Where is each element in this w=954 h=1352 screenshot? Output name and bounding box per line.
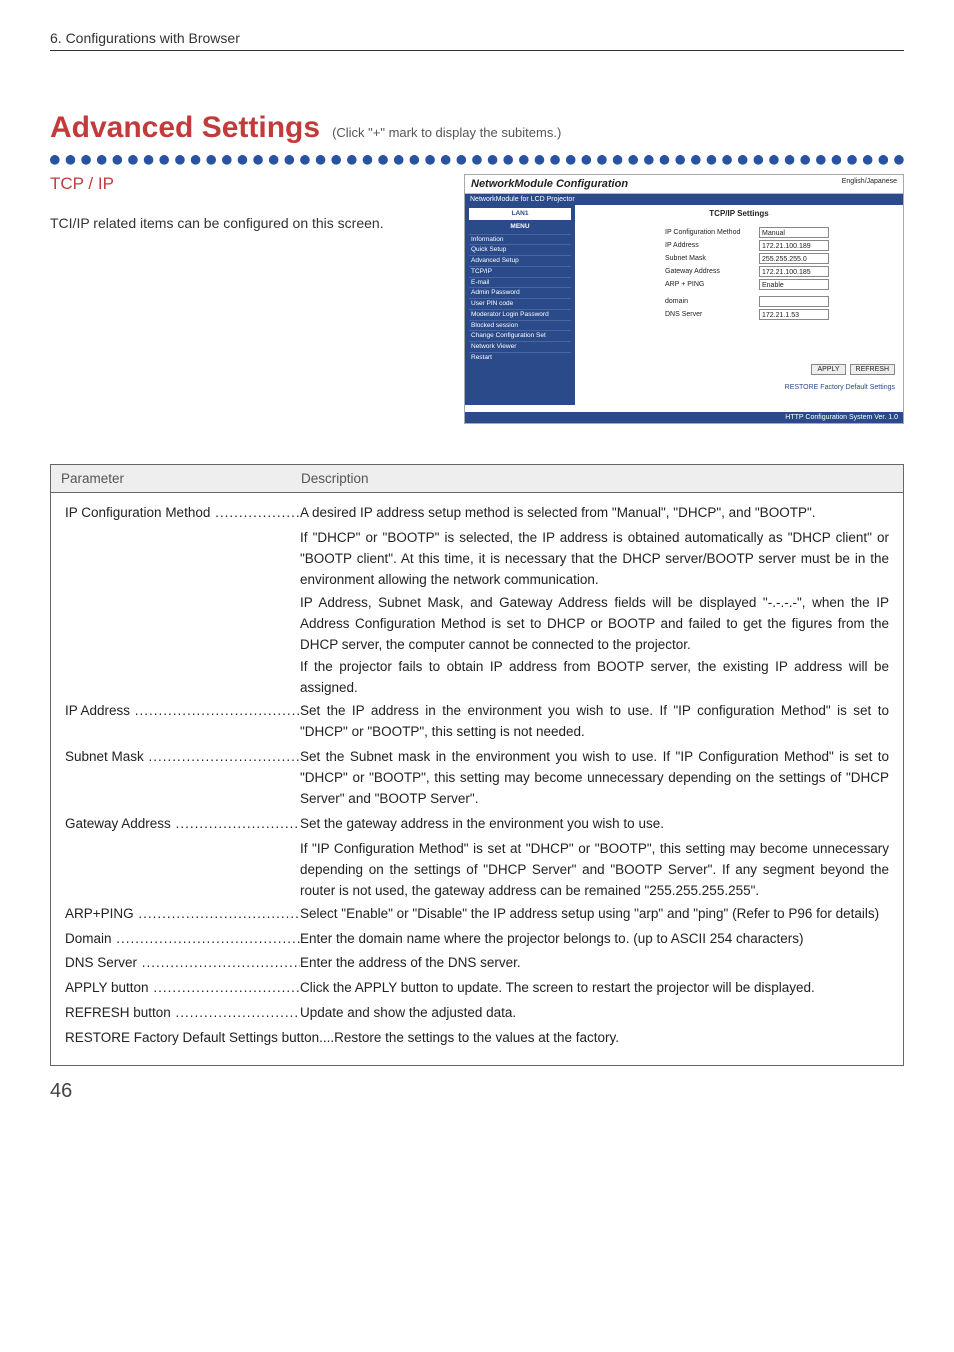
field-ip-config-method[interactable]: Manual	[759, 227, 829, 238]
content-title: TCP/IP Settings	[709, 209, 768, 218]
sidebar: LAN1 MENU Information Quick Setup Advanc…	[465, 205, 575, 405]
sidebar-item-information[interactable]: Information	[469, 234, 571, 245]
param-subnet-mask: Subnet Mask	[65, 747, 300, 810]
label-gateway-address: Gateway Address	[665, 268, 755, 275]
desc-ip-config-method-4: If the projector fails to obtain IP addr…	[300, 657, 889, 699]
table-header-parameter: Parameter	[51, 465, 291, 493]
sidebar-item-admin-password[interactable]: Admin Password	[469, 287, 571, 298]
desc-ip-address: Set the IP address in the environment yo…	[300, 701, 889, 743]
sidebar-header: MENU	[469, 222, 571, 232]
sidebar-item-tcpip[interactable]: TCP/IP	[469, 266, 571, 277]
desc-ip-config-method-1: A desired IP address setup method is sel…	[300, 503, 889, 524]
restore-link[interactable]: RESTORE Factory Default Settings	[785, 384, 895, 391]
sidebar-item-restart[interactable]: Restart	[469, 352, 571, 363]
label-arp-ping: ARP + PING	[665, 281, 755, 288]
label-ip-config-method: IP Configuration Method	[665, 229, 755, 236]
field-dns-server[interactable]: 172.21.1.53	[759, 309, 829, 320]
app-bar: NetworkModule for LCD Projector	[465, 194, 903, 205]
param-restore-button: RESTORE Factory Default Settings button	[65, 1030, 319, 1045]
field-subnet-mask[interactable]: 255.255.255.0	[759, 253, 829, 264]
desc-refresh-button: Update and show the adjusted data.	[300, 1003, 889, 1024]
refresh-button[interactable]: REFRESH	[850, 364, 895, 375]
field-ip-address[interactable]: 172.21.100.189	[759, 240, 829, 251]
desc-subnet-mask: Set the Subnet mask in the environment y…	[300, 747, 889, 810]
label-ip-address: IP Address	[665, 242, 755, 249]
page-subtitle: (Click "+" mark to display the subitems.…	[332, 125, 561, 140]
param-domain: Domain	[65, 929, 300, 950]
param-arp-ping: ARP+PING	[65, 904, 300, 925]
desc-ip-config-method-3: IP Address, Subnet Mask, and Gateway Add…	[300, 593, 889, 656]
app-title: NetworkModule Configuration	[471, 178, 628, 190]
embedded-screenshot: NetworkModule Configuration English/Japa…	[464, 174, 904, 424]
field-domain[interactable]	[759, 296, 829, 307]
param-ip-address: IP Address	[65, 701, 300, 743]
desc-ip-config-method-2: If "DHCP" or "BOOTP" is selected, the IP…	[300, 528, 889, 591]
sidebar-item-network-viewer[interactable]: Network Viewer	[469, 341, 571, 352]
sidebar-item-email[interactable]: E-mail	[469, 277, 571, 288]
sidebar-item-advanced-setup[interactable]: Advanced Setup	[469, 255, 571, 266]
page-title: Advanced Settings	[50, 111, 320, 145]
desc-domain: Enter the domain name where the projecto…	[300, 929, 889, 950]
param-ip-config-method: IP Configuration Method	[65, 503, 300, 524]
section-heading-tcpip: TCP / IP	[50, 174, 444, 194]
settings-form: IP Configuration Method Manual IP Address…	[665, 227, 829, 322]
desc-apply-button: Click the APPLY button to update. The sc…	[300, 978, 889, 999]
desc-gateway-address-1: Set the gateway address in the environme…	[300, 814, 889, 835]
param-gateway-address: Gateway Address	[65, 814, 300, 835]
desc-gateway-address-2: If "IP Configuration Method" is set at "…	[300, 839, 889, 902]
sidebar-item-user-pin[interactable]: User PIN code	[469, 298, 571, 309]
lang-link[interactable]: English/Japanese	[842, 178, 897, 190]
label-subnet-mask: Subnet Mask	[665, 255, 755, 262]
sidebar-item-blocked-session[interactable]: Blocked session	[469, 320, 571, 331]
desc-arp-ping: Select "Enable" or "Disable" the IP addr…	[300, 904, 889, 925]
table-header-description: Description	[291, 465, 903, 493]
footer-bar: HTTP Configuration System Ver. 1.0	[465, 412, 903, 423]
sidebar-item-change-config-set[interactable]: Change Configuration Set	[469, 330, 571, 341]
desc-dns-server: Enter the address of the DNS server.	[300, 953, 889, 974]
sidebar-item-moderator-password[interactable]: Moderator Login Password	[469, 309, 571, 320]
chapter-heading: 6. Configurations with Browser	[50, 30, 904, 46]
intro-text: TCI/IP related items can be configured o…	[50, 212, 444, 234]
param-refresh-button: REFRESH button	[65, 1003, 300, 1024]
label-dns-server: DNS Server	[665, 311, 755, 318]
desc-restore-button: Restore the settings to the values at th…	[334, 1030, 619, 1045]
decorative-dots: ●●●●●●●●●●●●●●●●●●●●●●●●●●●●●●●●●●●●●●●●…	[50, 149, 904, 168]
param-dns-server: DNS Server	[65, 953, 300, 974]
field-gateway-address[interactable]: 172.21.100.185	[759, 266, 829, 277]
field-arp-ping[interactable]: Enable	[759, 279, 829, 290]
sidebar-item-quick-setup[interactable]: Quick Setup	[469, 244, 571, 255]
label-domain: domain	[665, 298, 755, 305]
divider	[50, 50, 904, 51]
page-number: 46	[50, 1080, 904, 1103]
apply-button[interactable]: APPLY	[811, 364, 845, 375]
parameter-table: Parameter Description IP Configuration M…	[50, 464, 904, 1066]
sidebar-tab-lan1[interactable]: LAN1	[469, 208, 571, 220]
param-apply-button: APPLY button	[65, 978, 300, 999]
